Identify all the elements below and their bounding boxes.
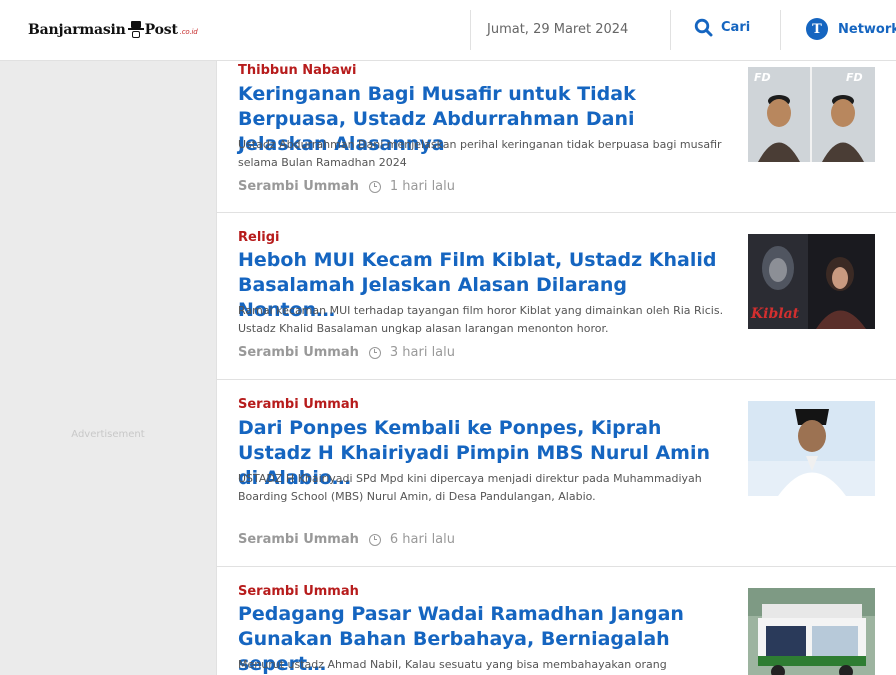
search-label: Cari	[721, 20, 751, 35]
article-summary: USTADZ H Khairiyadi SPd Mpd kini diperca…	[238, 472, 702, 503]
clock-icon	[368, 533, 381, 546]
header-divider	[470, 10, 471, 50]
article-source[interactable]: Serambi Ummah	[238, 179, 359, 194]
network-button[interactable]: T Network	[806, 18, 896, 40]
logo-text: Banjarmasin	[28, 21, 126, 38]
article-meta: Serambi Ummah 6 hari lalu	[238, 532, 455, 547]
article-summary: Menurut ustadz Ahmad Nabil, Kalau sesuat…	[238, 658, 667, 671]
article-category[interactable]: Religi	[238, 230, 280, 245]
article-category[interactable]: Serambi Ummah	[238, 397, 359, 412]
thumb-text: FD	[754, 71, 771, 84]
article-meta: Serambi Ummah 3 hari lalu	[238, 345, 455, 360]
search-button[interactable]: Cari	[694, 18, 750, 37]
network-logo-icon: T	[806, 18, 828, 40]
clock-icon	[368, 346, 381, 359]
thumbnail-image	[748, 588, 875, 675]
thumbnail-image: Kiblat	[748, 234, 875, 329]
article-time: 6 hari lalu	[389, 532, 456, 547]
site-header: Banjarmasin Post .co.id Jumat, 29 Maret …	[0, 0, 896, 61]
article-thumbnail[interactable]	[748, 588, 875, 675]
article-category[interactable]: Thibbun Nabawi	[238, 63, 356, 78]
article-source[interactable]: Serambi Ummah	[238, 345, 359, 360]
logo-text-post: Post	[144, 21, 178, 38]
header-divider	[670, 10, 671, 50]
advertisement-label: Advertisement	[71, 429, 145, 440]
search-icon	[694, 18, 713, 37]
article-time: 1 hari lalu	[389, 179, 456, 194]
header-divider	[780, 10, 781, 50]
network-label: Network	[838, 21, 896, 37]
article-time: 3 hari lalu	[389, 345, 456, 360]
thumb-text: Kiblat	[750, 306, 800, 322]
article-item[interactable]: Religi Heboh MUI Kecam Film Kiblat, Usta…	[217, 213, 896, 380]
article-item[interactable]: Thibbun Nabawi Keringanan Bagi Musafir u…	[217, 61, 896, 213]
article-item[interactable]: Serambi Ummah Dari Ponpes Kembali ke Pon…	[217, 380, 896, 567]
thumbnail-image: FD FD	[748, 67, 875, 162]
article-category[interactable]: Serambi Ummah	[238, 584, 359, 599]
thumb-text: FD	[846, 71, 863, 84]
article-thumbnail[interactable]	[748, 401, 875, 496]
article-feed[interactable]: Thibbun Nabawi Keringanan Bagi Musafir u…	[216, 61, 896, 675]
ad-sidebar: Advertisement	[0, 61, 216, 675]
current-date: Jumat, 29 Maret 2024	[487, 22, 629, 37]
clock-icon	[368, 180, 381, 193]
site-logo[interactable]: Banjarmasin Post .co.id	[28, 21, 198, 38]
thumbnail-image	[748, 401, 875, 496]
logo-mascot-icon	[127, 21, 144, 38]
logo-suffix: .co.id	[179, 28, 198, 36]
article-thumbnail[interactable]: FD FD	[748, 67, 875, 162]
article-source[interactable]: Serambi Ummah	[238, 532, 359, 547]
article-item[interactable]: Serambi Ummah Pedagang Pasar Wadai Ramad…	[217, 567, 896, 675]
article-thumbnail[interactable]: Kiblat	[748, 234, 875, 329]
article-summary: Ustadz Abdurrahman Dani menjelaskan peri…	[238, 138, 722, 169]
article-summary: Ramai kecaman MUI terhadap tayangan film…	[238, 304, 724, 335]
article-meta: Serambi Ummah 1 hari lalu	[238, 179, 455, 194]
